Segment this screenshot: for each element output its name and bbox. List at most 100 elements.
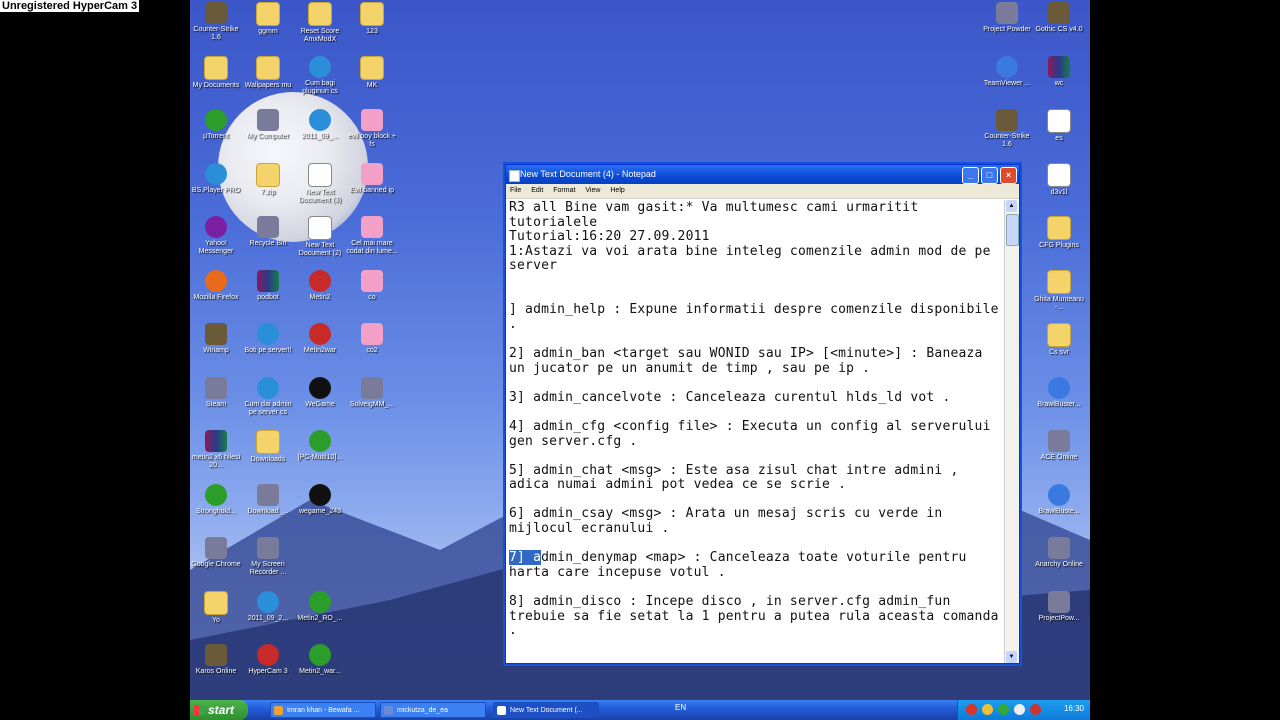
desktop-shortcut[interactable]: HyperCam 3 (241, 644, 295, 698)
desktop-shortcut[interactable]: Reset Score AmxModX (293, 2, 347, 56)
desktop-shortcut[interactable]: co (345, 269, 399, 324)
network-icon[interactable] (982, 704, 993, 715)
desktop-shortcut[interactable]: Karos Online (190, 644, 243, 698)
antivirus-icon[interactable] (1030, 704, 1041, 715)
desktop-shortcut[interactable]: Project Powder (980, 2, 1034, 56)
desktop-shortcut[interactable]: SolveigMM_... (345, 376, 399, 431)
document-text[interactable]: R3 all Bine vam gasit:* Va multumesc cam… (509, 201, 1002, 639)
record-icon[interactable] (966, 704, 977, 715)
desktop-shortcut[interactable]: es (1032, 109, 1086, 163)
close-button[interactable]: × (1000, 167, 1017, 184)
shortcut-label: Mozilla Firefox (193, 293, 239, 301)
desktop-shortcut[interactable]: Stronghold... (190, 483, 243, 538)
desktop-shortcut[interactable]: Metin2war (293, 323, 347, 377)
desktop-shortcut[interactable]: My Screen Recorder ... (241, 537, 295, 591)
desktop-shortcut[interactable]: evil boy block + fs (345, 109, 399, 163)
notepad-window[interactable]: New Text Document (4) - Notepad _ □ × Fi… (505, 164, 1020, 664)
desktop-shortcut[interactable]: Recycle Bin (241, 216, 295, 270)
desktop-shortcut[interactable]: Metin2_war... (293, 644, 347, 698)
taskbar-item-notepad[interactable]: New Text Document (... (493, 702, 599, 718)
desktop-shortcut[interactable]: podbot (241, 269, 295, 324)
menu-edit[interactable]: Edit (531, 187, 543, 194)
desktop-shortcut[interactable]: Cum bagi pluginuri cs (293, 55, 347, 110)
desktop-shortcut[interactable]: BS.Player PRO (190, 162, 243, 217)
desktop-shortcut[interactable]: WeGame (293, 376, 347, 431)
desktop-shortcut[interactable]: co2 (345, 323, 399, 377)
desktop-shortcut[interactable]: 2011_09_2... (241, 590, 295, 645)
desktop-shortcut[interactable]: MK (345, 55, 399, 110)
desktop-shortcut[interactable]: Cum dai admin pe server cs (241, 376, 295, 431)
utorrent-icon (205, 483, 227, 506)
desktop-shortcut[interactable]: My Computer (241, 109, 295, 163)
winrar-icon (205, 430, 227, 452)
language-indicator[interactable]: EN (675, 703, 686, 712)
desktop-shortcut[interactable]: New Text Document (2) (293, 216, 347, 270)
desktop-shortcut[interactable]: Gothic CS v4.0 (1032, 2, 1086, 56)
desktop-shortcut[interactable]: Evil banned ip (345, 162, 399, 217)
utorrent-tray-icon[interactable] (998, 704, 1009, 715)
text-after-selection: dmin_denymap <map> : Canceleaza toate vo… (509, 550, 999, 639)
desktop-shortcut[interactable]: Mozilla Firefox (190, 269, 243, 324)
desktop-shortcut[interactable]: TeamViewer ... (980, 55, 1034, 110)
desktop-shortcut[interactable]: Wallpapers mu (241, 55, 295, 110)
start-button[interactable]: start (190, 700, 248, 720)
desktop-shortcut[interactable]: Cel mai mare codat din lume... (345, 216, 399, 270)
desktop-shortcut[interactable]: Steam (190, 376, 243, 431)
desktop-shortcut[interactable]: ggmm (241, 2, 295, 56)
desktop-shortcut[interactable]: [PC-Multi10]... (293, 430, 347, 484)
menu-help[interactable]: Help (610, 187, 624, 194)
desktop-shortcut[interactable]: d3v1l (1032, 162, 1086, 217)
scroll-up-icon[interactable]: ▲ (1006, 200, 1017, 212)
folder-icon (360, 55, 384, 80)
desktop-shortcut[interactable]: ACE Online (1032, 430, 1086, 484)
menu-file[interactable]: File (510, 187, 521, 194)
desktop-shortcut[interactable]: Anarchy Online (1032, 537, 1086, 591)
desktop-shortcut[interactable]: Ghita Munteanu -... (1032, 269, 1086, 324)
text-editor-area[interactable]: R3 all Bine vam gasit:* Va multumesc cam… (506, 200, 1005, 663)
desktop-shortcut[interactable]: Metin2 (293, 269, 347, 324)
desktop-shortcut[interactable]: µTorrent (190, 109, 243, 163)
desktop-shortcut[interactable]: Boti pe server!! (241, 323, 295, 377)
vertical-scrollbar[interactable]: ▲ ▼ (1004, 200, 1019, 663)
desktop-shortcut[interactable]: Download_... (241, 483, 295, 538)
minimize-button[interactable]: _ (962, 167, 979, 184)
desktop-shortcut[interactable]: BrawlBuste... (1032, 483, 1086, 538)
desktop-shortcut[interactable]: Yo (190, 590, 243, 645)
bsplayer-icon (309, 55, 331, 78)
shortcut-label: SolveigMM_... (349, 400, 395, 408)
shortcut-label: 2011_09_2... (247, 614, 289, 622)
desktop-shortcut[interactable]: metin2 x6 hilesi 20... (190, 430, 243, 484)
desktop-shortcut[interactable]: Google Chrome (190, 537, 243, 591)
desktop-shortcut[interactable]: BrawlBuster... (1032, 376, 1086, 431)
menu-format[interactable]: Format (553, 187, 575, 194)
desktop-shortcut[interactable]: My Documents (190, 55, 243, 110)
volume-icon[interactable] (1014, 704, 1025, 715)
shortcut-label: Project Powder (983, 26, 1031, 33)
taskbar-item-mickutza[interactable]: mickutza_de_ea (380, 702, 486, 718)
maximize-button[interactable]: □ (981, 167, 998, 184)
folder-icon (1047, 216, 1071, 240)
menu-view[interactable]: View (585, 187, 600, 194)
desktop-shortcut[interactable]: Metin2_RO_... (293, 590, 347, 645)
desktop-shortcut[interactable]: wc (1032, 55, 1086, 110)
shortcut-label: My Computer (246, 133, 289, 140)
desktop-shortcut[interactable]: Cs svr (1032, 323, 1086, 377)
desktop-shortcut[interactable]: Counter-Strike 1.6 (190, 2, 243, 56)
desktop-shortcut[interactable]: Downloads (241, 430, 295, 484)
desktop-shortcut[interactable]: CFG Plugins (1032, 216, 1086, 270)
scroll-thumb[interactable] (1006, 214, 1019, 246)
desktop-shortcut[interactable]: 2011_09_... (293, 109, 347, 163)
desktop-shortcut[interactable]: 7.zip (241, 162, 295, 217)
shortcut-icon (361, 216, 383, 238)
desktop-shortcut[interactable]: Winamp (190, 323, 243, 377)
desktop-shortcut[interactable]: 123 (345, 2, 399, 56)
desktop-shortcut[interactable]: wegame_243 (293, 483, 347, 538)
taskbar-item-imran-khan[interactable]: Imran khan - Bewafa ... (270, 702, 376, 718)
scroll-down-icon[interactable]: ▼ (1006, 651, 1017, 663)
desktop-shortcut[interactable]: Counter-Strike 1.6 (980, 109, 1034, 163)
notepad-titlebar[interactable]: New Text Document (4) - Notepad _ □ × (506, 165, 1019, 184)
task-label: mickutza_de_ea (397, 707, 448, 714)
desktop-shortcut[interactable]: Yahoo! Messenger (190, 216, 243, 270)
desktop-shortcut[interactable]: New Text Document (3) (293, 162, 347, 217)
desktop-shortcut[interactable]: ProjectPow... (1032, 590, 1086, 645)
